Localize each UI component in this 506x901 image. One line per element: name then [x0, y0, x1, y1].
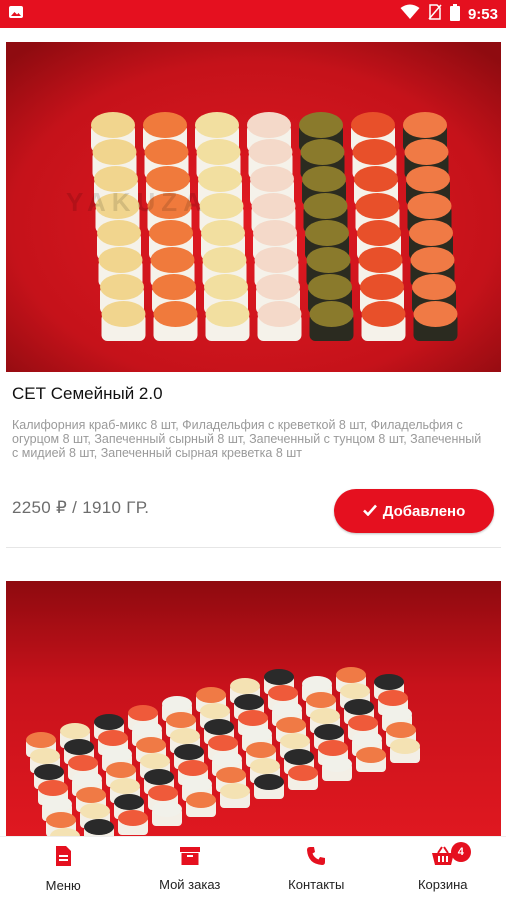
nav-cart-label: Корзина: [417, 877, 468, 892]
check-icon: [362, 503, 377, 520]
nav-contacts[interactable]: Контакты: [256, 846, 376, 892]
menu-document-icon: [54, 845, 72, 872]
order-box-icon: [179, 846, 201, 871]
product-description: Калифорния краб-микс 8 шт, Филадельфия с…: [12, 418, 482, 460]
bottom-navigation: Меню Мой заказ Контакты Корзина 4: [0, 836, 506, 901]
nav-my-order[interactable]: Мой заказ: [130, 846, 250, 892]
product-title[interactable]: СЕТ Семейный 2.0: [12, 384, 163, 404]
battery-icon: [449, 3, 460, 25]
button-label: Добавлено: [382, 502, 466, 520]
status-bar: 9:53: [0, 0, 506, 28]
nav-menu-label: Меню: [45, 878, 81, 893]
phone-icon: [306, 846, 326, 871]
product-price: 2250 ₽ / 1910 ГР.: [12, 498, 150, 517]
nav-menu[interactable]: Меню: [3, 845, 123, 893]
image-icon: [8, 4, 24, 25]
wifi-icon: [400, 4, 420, 24]
product-photo[interactable]: YAKUZA: [6, 42, 501, 372]
nav-my-order-label: Мой заказ: [159, 877, 221, 892]
nav-cart[interactable]: Корзина 4: [383, 842, 503, 892]
clock-text: 9:53: [467, 5, 498, 23]
photo-watermark: YAKUZA: [66, 187, 208, 217]
cart-count-badge: 4: [450, 842, 471, 862]
card-divider: [6, 547, 501, 548]
product-feed[interactable]: YAKUZA СЕТ Семейный 2.0 Калифорния краб-…: [0, 28, 506, 836]
product-photo[interactable]: [6, 581, 501, 836]
no-sim-icon: [428, 4, 442, 24]
added-to-cart-button[interactable]: Добавлено: [334, 489, 494, 533]
nav-contacts-label: Контакты: [288, 877, 345, 892]
